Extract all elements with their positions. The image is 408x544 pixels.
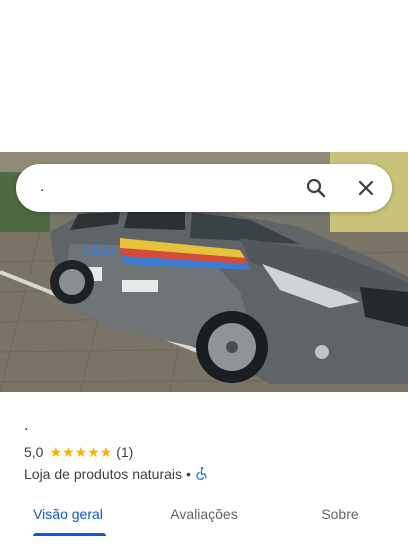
search-bar[interactable]: . xyxy=(16,164,392,212)
review-count: (1) xyxy=(116,444,134,460)
place-info: . 5,0 ★★★★★ (1) Loja de produtos naturai… xyxy=(24,416,392,484)
search-input[interactable]: . xyxy=(40,178,44,195)
place-category: Loja de produtos naturais xyxy=(24,466,182,482)
rating-value: 5,0 xyxy=(24,444,44,460)
place-tabs: Visão geral Avaliações Sobre xyxy=(0,496,408,540)
tab-about[interactable]: Sobre xyxy=(272,496,408,540)
taxi-label: TÁXI xyxy=(82,243,114,259)
rating-row[interactable]: 5,0 ★★★★★ (1) xyxy=(24,442,392,462)
wheelchair-accessible-icon xyxy=(195,466,209,483)
tab-overview[interactable]: Visão geral xyxy=(0,496,136,540)
active-tab-indicator xyxy=(33,533,106,536)
tab-label: Avaliações xyxy=(170,506,238,522)
separator: • xyxy=(186,466,191,482)
category-row: Loja de produtos naturais • xyxy=(24,464,392,484)
tab-label: Sobre xyxy=(321,506,359,522)
search-icon[interactable] xyxy=(304,176,328,200)
place-title: . xyxy=(24,417,29,434)
tab-label: Visão geral xyxy=(33,506,103,522)
close-icon[interactable] xyxy=(354,176,378,200)
star-rating-icon: ★★★★★ xyxy=(49,443,113,460)
tab-reviews[interactable]: Avaliações xyxy=(136,496,272,540)
